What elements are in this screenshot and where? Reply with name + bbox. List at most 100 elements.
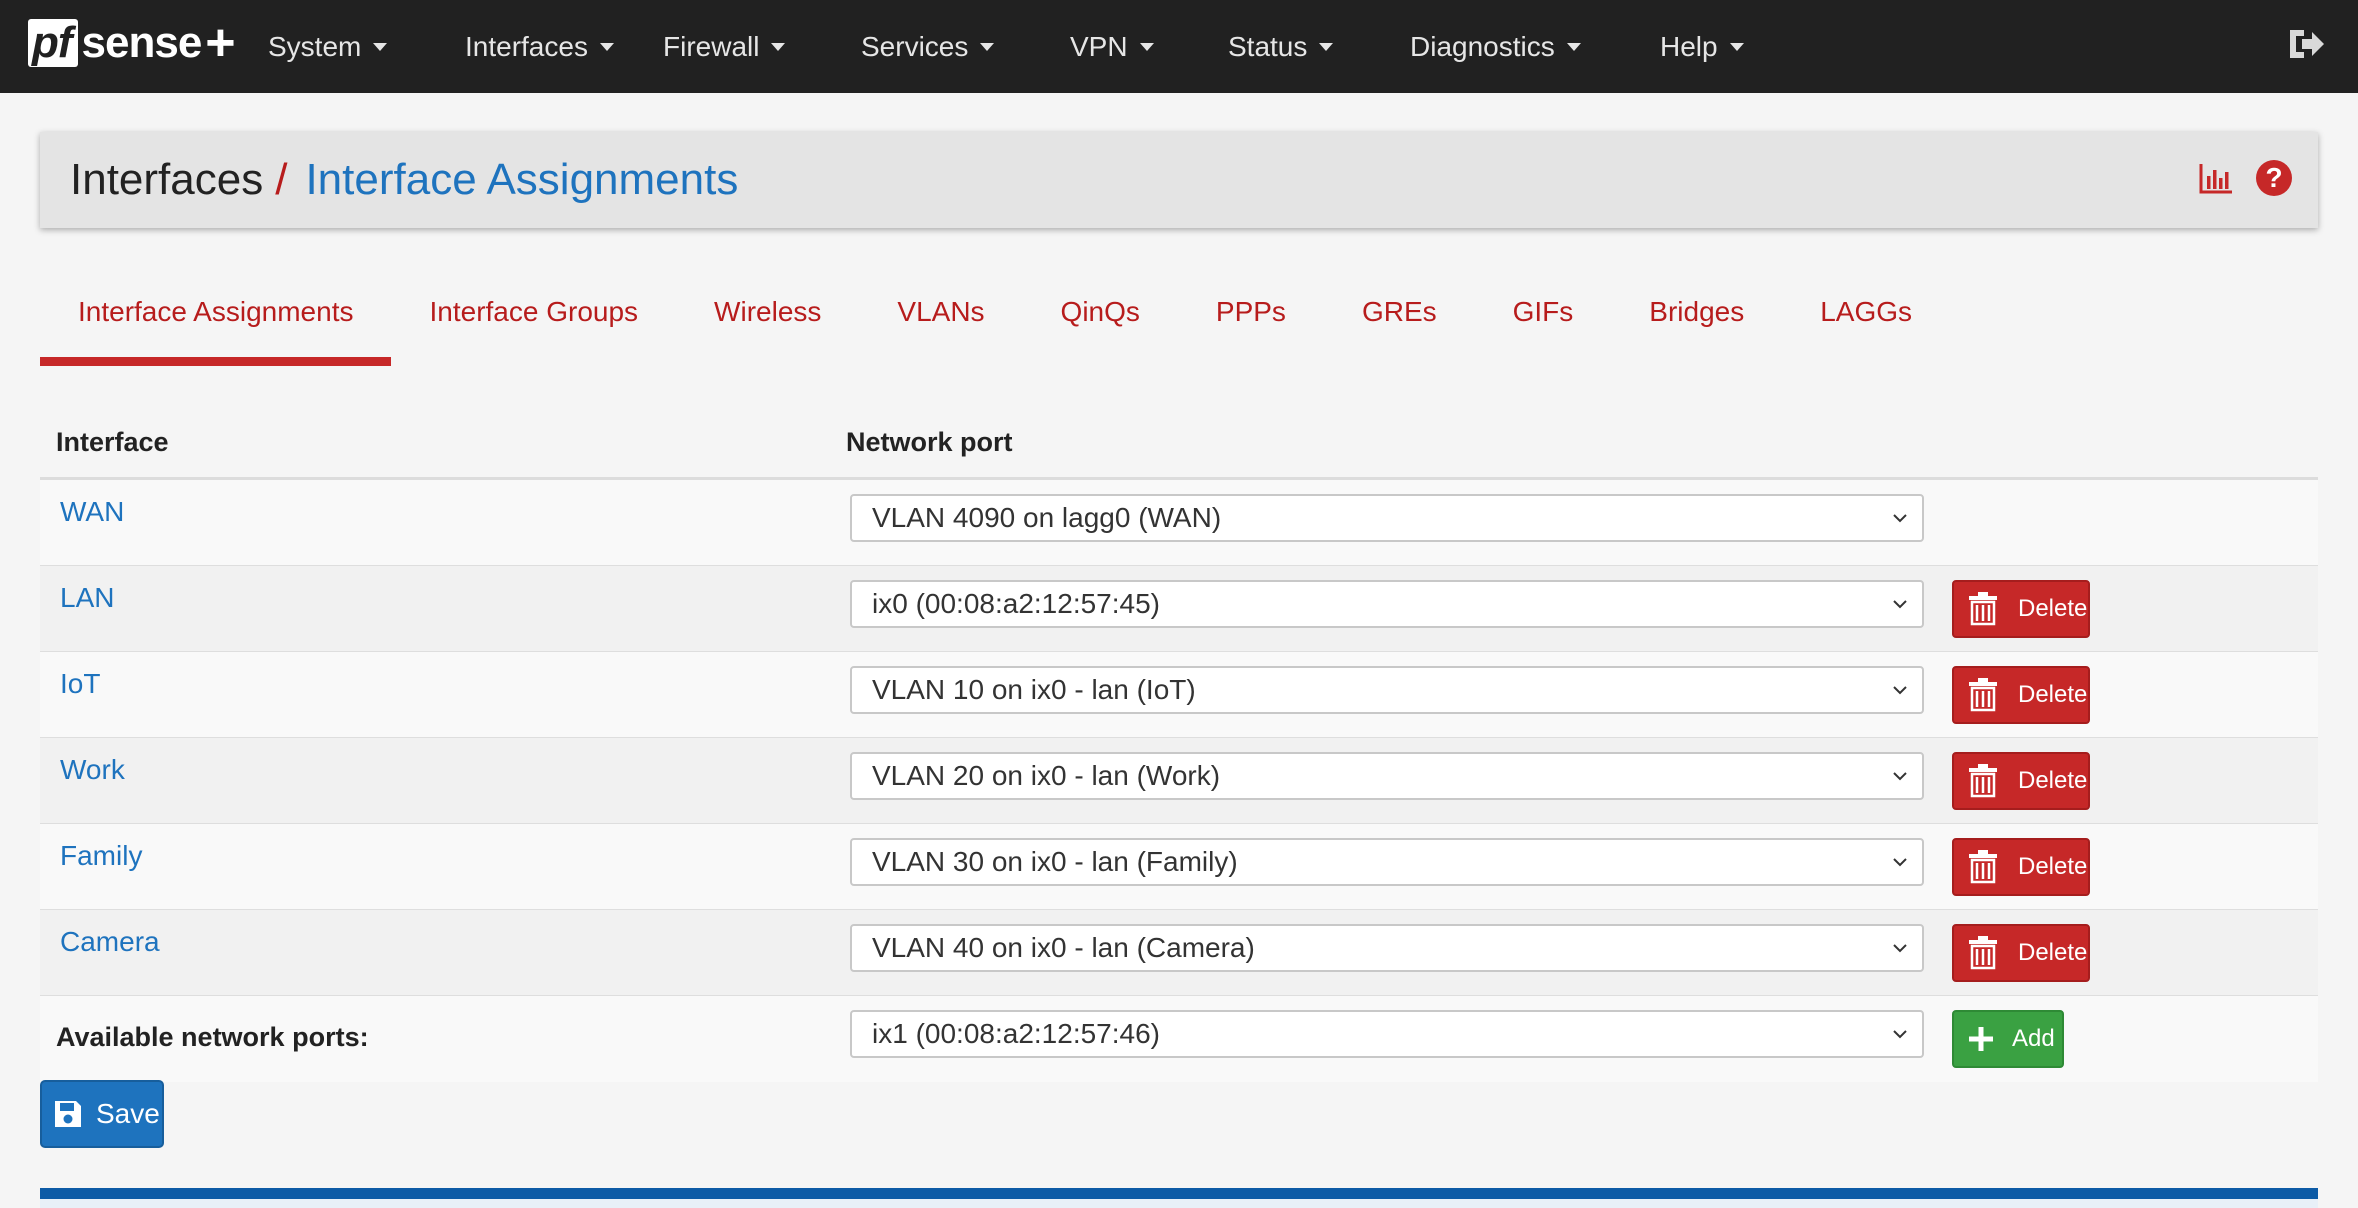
nav-interfaces[interactable]: Interfaces [465, 31, 663, 63]
chevron-down-icon [1893, 772, 1907, 781]
add-button[interactable]: Add [1952, 1010, 2064, 1068]
column-header-network-port: Network port [846, 427, 1013, 457]
chevron-down-icon [1893, 858, 1907, 867]
chevron-down-icon [1893, 944, 1907, 953]
caret-down-icon [771, 42, 786, 51]
tab-bridges[interactable]: Bridges [1611, 272, 1782, 366]
tab-vlans[interactable]: VLANs [859, 272, 1022, 366]
delete-label: Delete [2018, 939, 2088, 966]
caret-down-icon [1319, 42, 1334, 51]
delete-button[interactable]: Delete [1952, 666, 2090, 724]
table-body: WAN VLAN 4090 on lagg0 (WAN) LAN ix0 (00… [40, 480, 2318, 1082]
interface-link-lan[interactable]: LAN [40, 566, 850, 651]
network-port-select[interactable]: VLAN 4090 on lagg0 (WAN) [850, 494, 1924, 542]
logo-plus: + [205, 14, 236, 72]
tab-laggs[interactable]: LAGGs [1782, 272, 1950, 366]
select-value: VLAN 40 on ix0 - lan (Camera) [872, 932, 1255, 963]
save-button[interactable]: Save [40, 1080, 164, 1148]
breadcrumb-interfaces[interactable]: Interfaces [70, 155, 263, 205]
chevron-down-icon [1893, 600, 1907, 609]
tab-interface-assignments[interactable]: Interface Assignments [40, 272, 392, 366]
network-port-select[interactable]: VLAN 40 on ix0 - lan (Camera) [850, 924, 1924, 972]
table-row: IoT VLAN 10 on ix0 - lan (IoT) Delete [40, 652, 2318, 738]
nav-services[interactable]: Services [861, 31, 1070, 63]
caret-down-icon [980, 42, 995, 51]
trash-icon [1969, 678, 1997, 712]
breadcrumb-current[interactable]: Interface Assignments [305, 155, 738, 205]
caret-down-icon [599, 42, 614, 51]
plus-icon [1969, 1027, 1993, 1051]
table-row: Camera VLAN 40 on ix0 - lan (Camera) Del… [40, 910, 2318, 996]
available-port-select[interactable]: ix1 (00:08:a2:12:57:46) [850, 1010, 1924, 1058]
select-value: ix1 (00:08:a2:12:57:46) [872, 1018, 1160, 1049]
trash-icon [1969, 592, 1997, 626]
nav-system[interactable]: System [268, 31, 465, 63]
table-row: Family VLAN 30 on ix0 - lan (Family) Del… [40, 824, 2318, 910]
chevron-down-icon [1893, 1030, 1907, 1039]
nav-diagnostics[interactable]: Diagnostics [1410, 31, 1660, 63]
header-icons: ? [2198, 160, 2292, 196]
save-label: Save [96, 1098, 160, 1129]
caret-down-icon [1729, 42, 1744, 51]
trash-icon [1969, 850, 1997, 884]
delete-label: Delete [2018, 595, 2088, 622]
tab-gifs[interactable]: GIFs [1475, 272, 1612, 366]
logo-pf: pf [28, 19, 78, 67]
info-panel-top [40, 1188, 2318, 1208]
network-port-select[interactable]: VLAN 30 on ix0 - lan (Family) [850, 838, 1924, 886]
tab-ppps[interactable]: PPPs [1178, 272, 1324, 366]
tab-wireless[interactable]: Wireless [676, 272, 859, 366]
table-row: Work VLAN 20 on ix0 - lan (Work) Delete [40, 738, 2318, 824]
breadcrumb-separator: / [275, 155, 288, 204]
interface-link-family[interactable]: Family [40, 824, 850, 909]
nav-firewall[interactable]: Firewall [663, 31, 861, 63]
tab-bar: Interface Assignments Interface Groups W… [40, 272, 1950, 366]
tab-qinqs[interactable]: QinQs [1023, 272, 1178, 366]
main-menu: System Interfaces Firewall Services VPN … [268, 0, 1744, 93]
nav-help[interactable]: Help [1660, 31, 1744, 63]
network-port-select[interactable]: VLAN 10 on ix0 - lan (IoT) [850, 666, 1924, 714]
chevron-down-icon [1893, 514, 1907, 523]
select-value: VLAN 4090 on lagg0 (WAN) [872, 502, 1222, 533]
table-header: Interface Network port [40, 408, 2318, 480]
delete-label: Delete [2018, 767, 2088, 794]
available-ports-label: Available network ports: [56, 1022, 369, 1052]
delete-label: Delete [2018, 853, 2088, 880]
floppy-disk-icon [55, 1101, 81, 1127]
tab-interface-groups[interactable]: Interface Groups [391, 272, 676, 366]
interface-link-work[interactable]: Work [40, 738, 850, 823]
nav-vpn[interactable]: VPN [1070, 31, 1228, 63]
bar-chart-icon[interactable] [2198, 160, 2234, 196]
chevron-down-icon [1893, 686, 1907, 695]
top-navbar: pf sense + System Interfaces Firewall Se… [0, 0, 2358, 93]
select-value: VLAN 10 on ix0 - lan (IoT) [872, 674, 1196, 705]
breadcrumb: Interfaces / Interface Assignments [70, 155, 738, 205]
trash-icon [1969, 936, 1997, 970]
delete-button[interactable]: Delete [1952, 752, 2090, 810]
caret-down-icon [1566, 42, 1581, 51]
add-label: Add [2012, 1025, 2055, 1052]
delete-label: Delete [2018, 681, 2088, 708]
available-ports-row: Available network ports: ix1 (00:08:a2:1… [40, 996, 2318, 1082]
select-value: ix0 (00:08:a2:12:57:45) [872, 588, 1160, 619]
delete-button[interactable]: Delete [1952, 580, 2090, 638]
select-value: VLAN 20 on ix0 - lan (Work) [872, 760, 1221, 791]
delete-button[interactable]: Delete [1952, 838, 2090, 896]
page-header: Interfaces / Interface Assignments ? [40, 132, 2318, 228]
pfsense-logo[interactable]: pf sense + [28, 14, 236, 72]
network-port-select[interactable]: ix0 (00:08:a2:12:57:45) [850, 580, 1924, 628]
interface-link-wan[interactable]: WAN [40, 480, 850, 565]
interface-link-iot[interactable]: IoT [40, 652, 850, 737]
interface-link-camera[interactable]: Camera [40, 910, 850, 995]
column-header-interface: Interface [56, 427, 169, 457]
nav-status[interactable]: Status [1228, 31, 1410, 63]
question-circle-icon[interactable]: ? [2256, 160, 2292, 196]
table-row: WAN VLAN 4090 on lagg0 (WAN) [40, 480, 2318, 566]
network-port-select[interactable]: VLAN 20 on ix0 - lan (Work) [850, 752, 1924, 800]
sign-out-icon[interactable] [2284, 22, 2328, 66]
tab-gres[interactable]: GREs [1324, 272, 1475, 366]
caret-down-icon [1139, 42, 1154, 51]
logo-sense: sense [81, 18, 203, 67]
caret-down-icon [373, 42, 388, 51]
delete-button[interactable]: Delete [1952, 924, 2090, 982]
